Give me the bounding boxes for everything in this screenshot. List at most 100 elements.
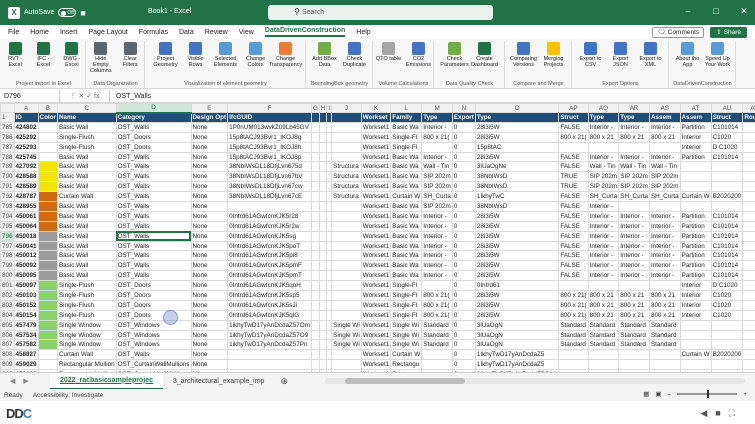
cell-cat[interactable]: OST_Walls: [115, 201, 192, 212]
cell-id[interactable]: 450012: [13, 250, 39, 262]
cell-family[interactable]: Single-Fl: [390, 309, 423, 321]
cell-type[interactable]: 800 x 21(: [421, 131, 453, 143]
zoom-slider[interactable]: [677, 390, 738, 398]
cell-empty[interactable]: [318, 121, 328, 133]
tab-insert[interactable]: Insert: [60, 29, 78, 36]
header-cell[interactable]: Category: [115, 112, 192, 123]
cell-st[interactable]: B2020200: [710, 191, 744, 203]
cell-color[interactable]: [37, 121, 58, 133]
cell-workset[interactable]: Workset1: [360, 290, 392, 301]
formula-value[interactable]: OST_Walls: [110, 93, 151, 100]
header-cell[interactable]: [318, 112, 328, 123]
cell-struct[interactable]: [558, 280, 589, 292]
cell-empty[interactable]: [742, 181, 755, 193]
cell-workset[interactable]: Workset1: [360, 359, 392, 371]
cell-empty[interactable]: [742, 270, 755, 282]
cell-design[interactable]: None: [190, 141, 229, 153]
column-header[interactable]: AT: [679, 103, 712, 113]
cell-as1[interactable]: Standard: [648, 329, 681, 341]
cell-t3[interactable]: [587, 141, 620, 153]
cell-t3[interactable]: Interior -: [587, 121, 620, 133]
close-icon[interactable]: ✕: [739, 6, 749, 17]
cell-guid[interactable]: 0Intrd61AGwfcnKJK5sJi: [227, 299, 312, 311]
add-sheet-icon[interactable]: ⊕: [274, 376, 294, 387]
cell-guid[interactable]: 15p8tACJ93Bvr1_IKOJ8h: [227, 141, 312, 153]
cell-guid[interactable]: 38NbIWsDL18DfjLvn67cw: [227, 181, 312, 193]
cell-t3[interactable]: [587, 349, 620, 361]
header-cell[interactable]: Name: [56, 112, 117, 123]
ribbon-button-dwg-excel[interactable]: DWG - Excel: [59, 42, 85, 68]
cell-empty[interactable]: [318, 151, 328, 163]
cell-type[interactable]: SIP 202m: [421, 181, 453, 193]
cell-t2[interactable]: 28i3i5W: [474, 309, 560, 321]
row-number[interactable]: 792: [0, 191, 15, 203]
cell-color[interactable]: [37, 309, 58, 321]
zoom-in-icon[interactable]: +: [743, 391, 747, 398]
cell-workset[interactable]: Workset1: [360, 299, 392, 311]
accessibility-status[interactable]: Accessibility: Investigate: [33, 392, 103, 399]
cell-st[interactable]: D C1020: [710, 141, 744, 153]
cell-name[interactable]: Basic Wall: [56, 201, 117, 212]
cell-struct[interactable]: 800 x 21(: [558, 309, 589, 321]
cell-cat[interactable]: OST_Doors: [115, 131, 192, 143]
cell-id[interactable]: 425745: [13, 151, 39, 163]
row-number[interactable]: 785: [0, 121, 15, 133]
cell-empty[interactable]: [742, 210, 755, 222]
column-header[interactable]: L: [390, 103, 423, 113]
cell-name[interactable]: Curtain Wall: [56, 349, 117, 361]
cell-empty[interactable]: [310, 240, 320, 252]
cell-empty[interactable]: [318, 161, 328, 173]
cell-id[interactable]: 427092: [13, 161, 39, 173]
cell-as2[interactable]: [679, 161, 712, 173]
cell-struct[interactable]: FALSE: [558, 121, 589, 133]
cell-t2[interactable]: 38NbIWsD: [474, 181, 560, 193]
cell-st[interactable]: C101014: [710, 240, 744, 252]
cell-type[interactable]: 800 x 21(: [421, 309, 453, 321]
cell-empty[interactable]: [310, 141, 320, 153]
row-number[interactable]: 789: [0, 161, 15, 173]
cell-empty[interactable]: [318, 201, 328, 212]
cell-type[interactable]: Interior -: [421, 240, 453, 252]
cell-family[interactable]: Basic Wa: [390, 220, 423, 232]
cell-export[interactable]: 0: [451, 309, 476, 321]
cell-empty[interactable]: [318, 220, 328, 232]
ribbon-button-qto-table[interactable]: QTO table: [375, 42, 403, 68]
cell-empty[interactable]: [742, 161, 755, 173]
ribbon-button-change-colors[interactable]: Change Colors: [242, 42, 270, 68]
ribbon-button-add-bbox-data[interactable]: Add BBox Data: [311, 42, 339, 68]
cell-t4[interactable]: Interior -: [618, 210, 650, 222]
cell-t2[interactable]: 28i3i5W: [474, 121, 560, 133]
cell-as2[interactable]: Partition: [679, 270, 712, 282]
cell-color[interactable]: [37, 141, 58, 153]
ribbon-button-selected-elements[interactable]: Selected Elements: [212, 42, 240, 68]
cell-as2[interactable]: Interior: [679, 309, 712, 321]
cell-id[interactable]: 450095: [13, 270, 39, 282]
cell-g[interactable]: [331, 131, 362, 143]
cell-t4[interactable]: Interior -: [618, 260, 650, 272]
cell-workset[interactable]: Workset1: [360, 121, 392, 133]
cell-color[interactable]: [37, 240, 58, 252]
cell-id[interactable]: 425292: [13, 131, 39, 143]
column-header[interactable]: K: [360, 103, 392, 113]
header-cell[interactable]: Export: [451, 112, 476, 123]
cell-as2[interactable]: [679, 329, 712, 341]
cell-t4[interactable]: SH_Curta: [618, 191, 650, 203]
cell-empty[interactable]: [742, 220, 755, 232]
cell-t4[interactable]: SIP 202m: [618, 171, 650, 183]
cell-t4[interactable]: Standard: [618, 329, 650, 341]
cell-struct[interactable]: FALSE: [558, 250, 589, 262]
row-number[interactable]: 800: [0, 270, 15, 282]
cell-guid[interactable]: 1P0nUM013wvkZ09Lb45GV: [227, 121, 312, 133]
column-header[interactable]: AP: [558, 103, 589, 113]
cell-g[interactable]: Single Wi: [331, 339, 362, 351]
row-number[interactable]: 797: [0, 240, 15, 252]
column-header[interactable]: F: [227, 103, 312, 113]
cell-empty[interactable]: [318, 230, 328, 242]
cell-empty[interactable]: [318, 191, 328, 203]
row-number[interactable]: 805: [0, 319, 15, 331]
prev-sheet-icon[interactable]: ◀: [10, 377, 15, 385]
cell-empty[interactable]: [742, 359, 755, 371]
cell-family[interactable]: Basic Wa: [390, 240, 423, 252]
cell-empty[interactable]: [318, 141, 328, 153]
cell-workset[interactable]: Workset1: [360, 131, 392, 143]
